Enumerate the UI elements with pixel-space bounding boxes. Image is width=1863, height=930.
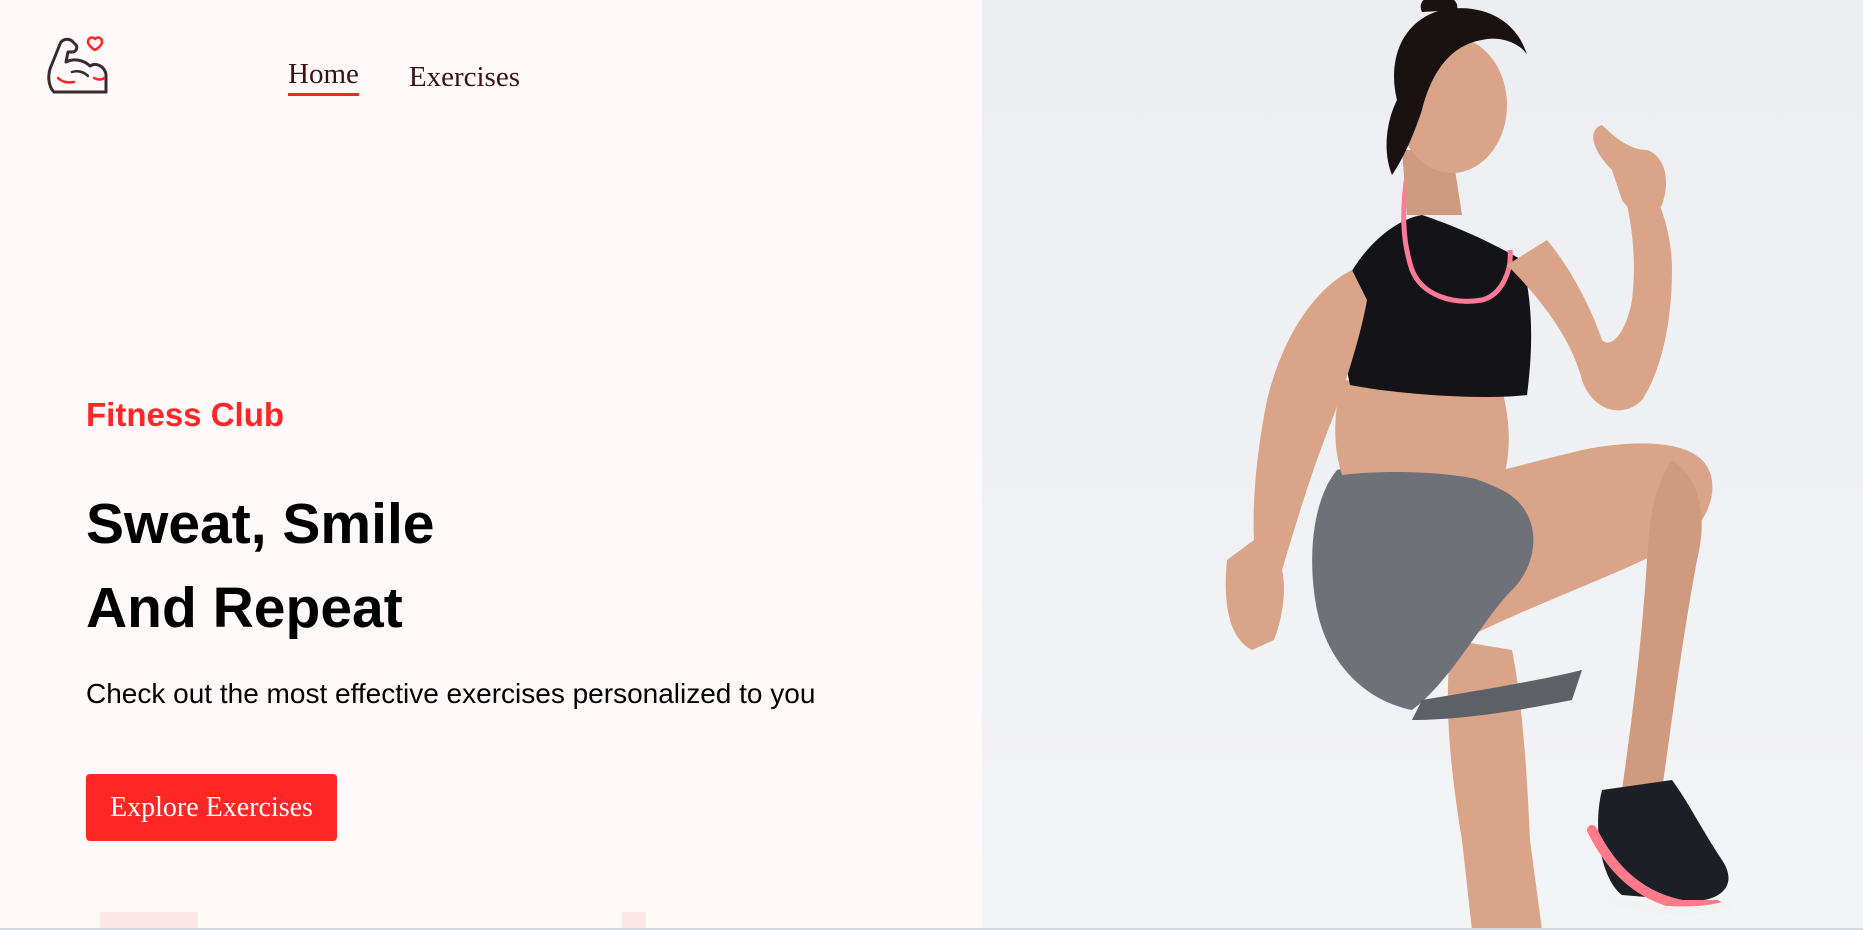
headline-line-1: Sweat, Smile xyxy=(86,492,435,556)
headline-line-2: And Repeat xyxy=(86,576,403,640)
hero-left-panel: Home Exercises Fitness Club Sweat, Smile… xyxy=(0,0,982,930)
nav-exercises-link[interactable]: Exercises xyxy=(409,61,520,96)
hero-banner-image xyxy=(982,0,1863,930)
woman-exercising-illustration xyxy=(1225,0,1731,930)
main-nav: Home Exercises xyxy=(288,58,520,96)
hero-headline: Sweat, Smile And Repeat xyxy=(86,482,435,650)
hero-tagline: Check out the most effective exercises p… xyxy=(86,678,816,709)
nav-home-link[interactable]: Home xyxy=(288,58,359,96)
hero-kicker: Fitness Club xyxy=(86,396,285,433)
flexed-arm-heart-icon[interactable] xyxy=(44,30,112,100)
explore-exercises-button[interactable]: Explore Exercises xyxy=(86,774,337,841)
